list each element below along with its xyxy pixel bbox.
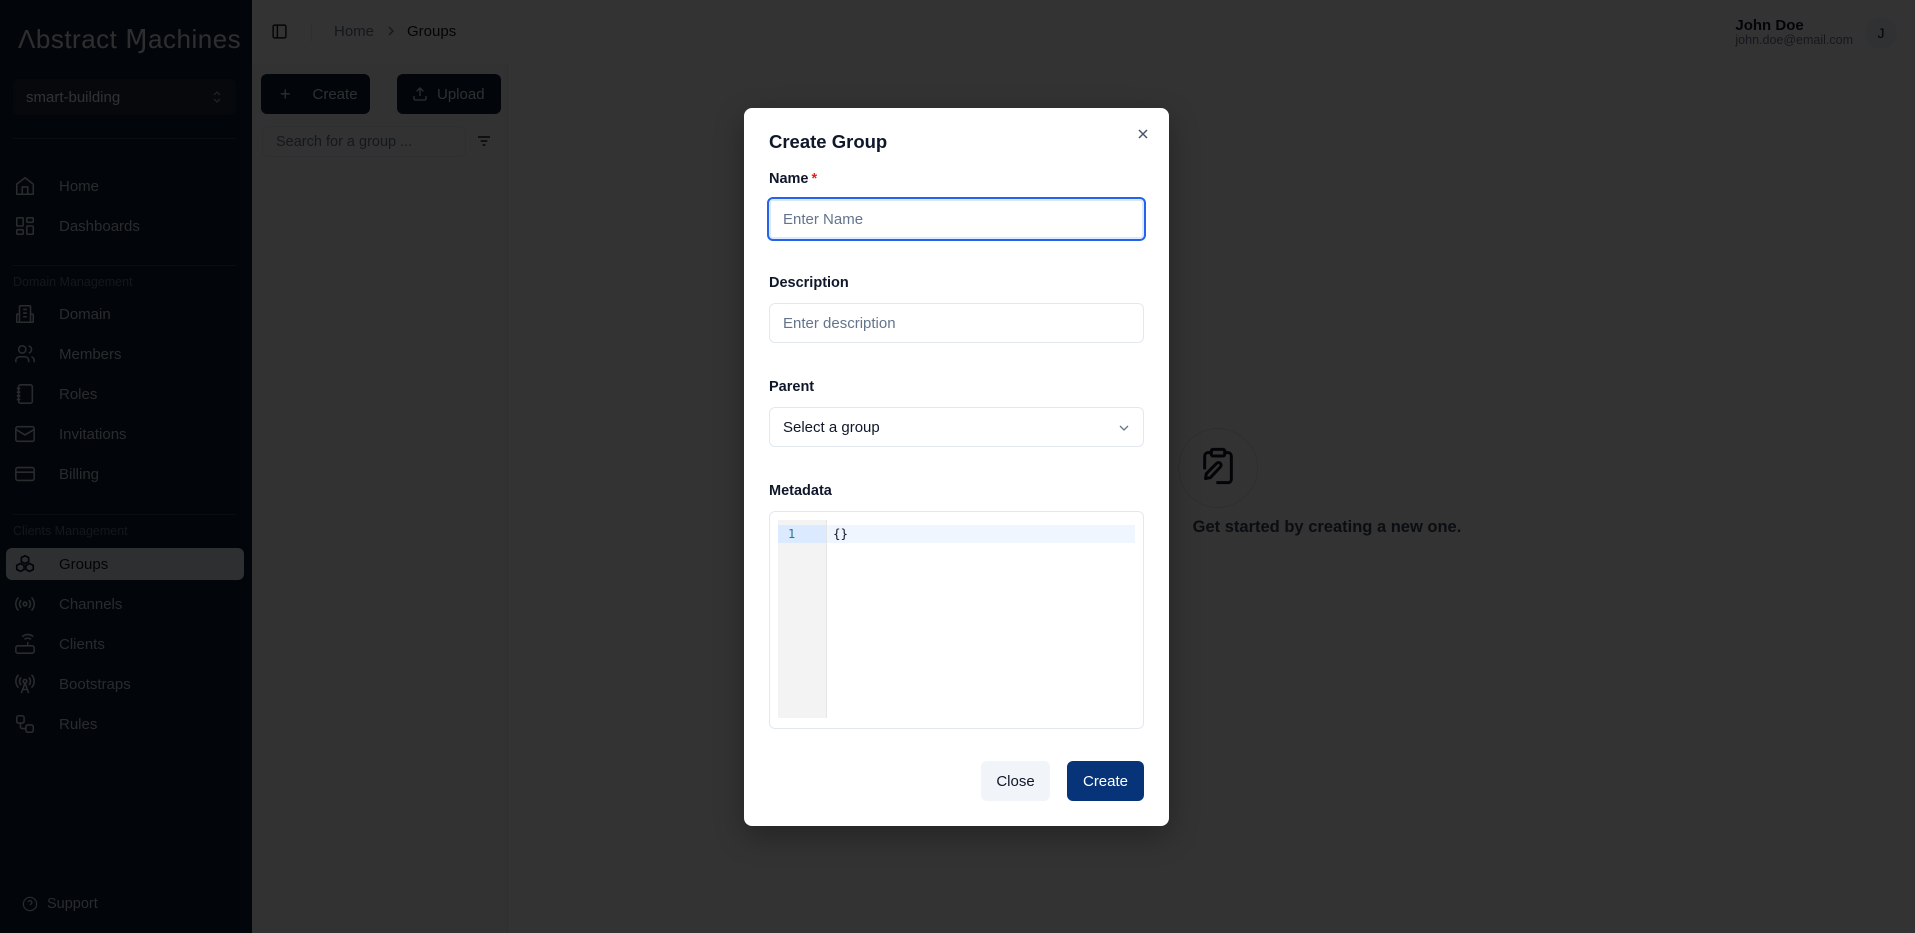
dialog-title: Create Group (769, 131, 888, 152)
name-label: Name * (769, 171, 817, 187)
parent-label: Parent (769, 379, 815, 395)
create-submit-button[interactable]: Create (1067, 761, 1144, 801)
metadata-code-editor[interactable]: 1 {} (769, 511, 1144, 729)
parent-select-placeholder: Select a group (783, 418, 880, 436)
parent-select[interactable]: Select a group (769, 407, 1144, 447)
close-icon[interactable] (1135, 126, 1151, 142)
metadata-label: Metadata (769, 483, 832, 499)
line-number: 1 (778, 525, 826, 543)
chevron-down-icon (1118, 421, 1130, 433)
editor-code-line[interactable]: {} (827, 525, 1135, 543)
name-label-text: Name (769, 171, 809, 187)
editor-gutter: 1 (778, 520, 827, 718)
close-button[interactable]: Close (981, 761, 1050, 801)
description-label: Description (769, 275, 849, 291)
create-group-dialog: Create Group Name* Description Parent Se… (744, 108, 1169, 826)
required-marker: * (811, 171, 818, 187)
description-input[interactable] (769, 303, 1144, 343)
name-input[interactable] (767, 197, 1146, 241)
